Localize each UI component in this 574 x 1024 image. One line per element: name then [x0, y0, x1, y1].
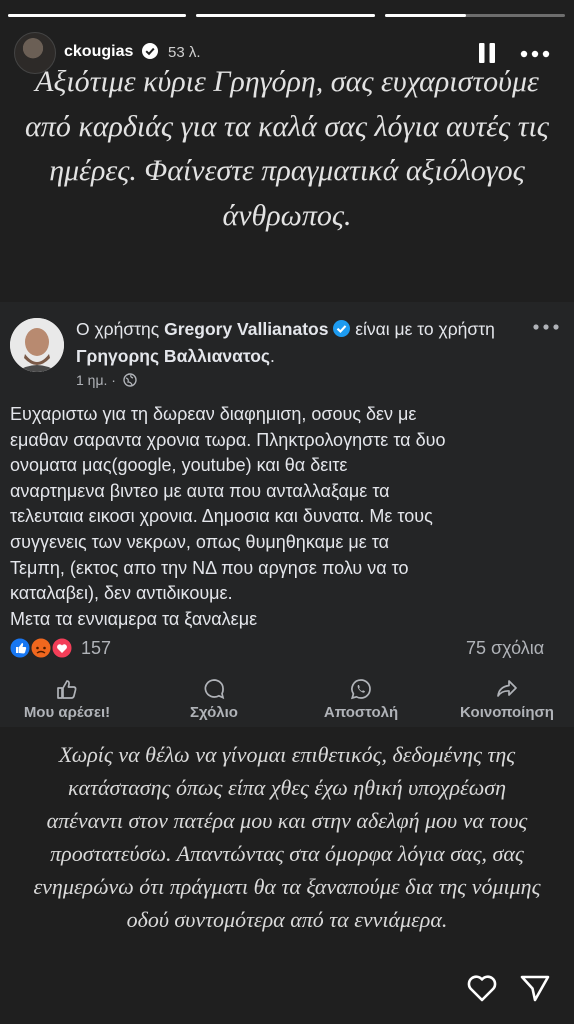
whatsapp-icon	[350, 679, 371, 700]
reaction-count[interactable]: 157	[81, 638, 111, 659]
post-more-icon[interactable]	[533, 324, 559, 330]
post-author[interactable]: Gregory Vallianatos	[164, 319, 328, 339]
like-button[interactable]: Μου αρέσει!	[2, 678, 132, 721]
like-heart-icon[interactable]	[466, 973, 498, 1003]
share-label: Κοινοποίηση	[460, 704, 554, 721]
post-header: Ο χρήστης Gregory Vallianatos είναι με τ…	[76, 316, 516, 370]
post-author-avatar	[10, 318, 64, 372]
like-label: Μου αρέσει!	[23, 704, 111, 721]
send-message-icon[interactable]	[519, 973, 551, 1003]
share-button[interactable]: Κοινοποίηση	[442, 678, 572, 721]
send-whatsapp-button[interactable]: Αποστολή	[296, 678, 426, 721]
comment-label: Σχόλιο	[190, 704, 238, 721]
post-with-user[interactable]: Γρηγορης Βαλλιανατος	[76, 346, 270, 366]
post-suffix: .	[270, 346, 275, 366]
post-body-line: συγγενεις των νεκρων, οπως θυμηθηκαμε με…	[10, 531, 390, 552]
story-time: 53 λ.	[168, 44, 201, 61]
story-progress-2	[196, 14, 375, 17]
reactions-icons[interactable]	[8, 636, 78, 660]
post-body-line: εμαθαν σαραντα χρονια τωρα. Πληκτρολογησ…	[10, 429, 446, 450]
post-body-line: τελευταια εικοσι χρονια. Δημοσια και δυν…	[10, 506, 433, 527]
post-middle: είναι με το χρήστη	[350, 319, 495, 339]
globe-icon	[123, 373, 137, 387]
comment-button[interactable]: Σχόλιο	[149, 678, 279, 721]
post-body: Ευχαριστω για τη δωρεαν διαφημιση, οσους…	[10, 402, 566, 632]
more-options-icon[interactable]	[520, 50, 550, 58]
post-prefix: Ο χρήστης	[76, 319, 165, 339]
comment-icon	[204, 679, 225, 700]
story-progress-3	[385, 14, 565, 17]
comment-count[interactable]: 75 σχόλια	[466, 638, 544, 659]
story-username[interactable]: ckougias	[64, 43, 133, 61]
post-body-line: Ευχαριστω για τη δωρεαν διαφημιση, οσους…	[10, 404, 417, 424]
verified-badge-icon	[333, 320, 351, 337]
post-body-line: ονοματα μας(google, youtube) και θα δειτ…	[10, 455, 348, 476]
story-progress-1	[8, 14, 186, 17]
post-meta: 1 ημ. ·	[76, 372, 137, 388]
story-bottom-text: Χωρίς να θέλω να γίνομαι επιθετικός, δεδ…	[33, 742, 541, 932]
post-body-line: αναρτημενα βιντεο με αυτα που ανταλλαξαμ…	[10, 480, 390, 501]
verified-badge-icon	[142, 43, 158, 59]
share-icon	[497, 680, 517, 697]
thumbs-up-icon	[57, 680, 77, 699]
story-top-text: Αξιότιμε κύριε Γρηγόρη, σας ευχαριστούμε…	[25, 65, 549, 232]
send-label: Αποστολή	[323, 704, 399, 721]
post-body-line: καταλαβει), δεν αντιδικουμε.	[10, 583, 233, 604]
angry-reaction-icon	[29, 636, 53, 660]
post-time: 1 ημ. ·	[76, 372, 116, 388]
post-body-line: Μετα τα εννιαμερα τα ξαναλεμε	[10, 608, 258, 629]
post-body-line: Τεμπη, (εκτος απο την ΝΔ που αργησε πολυ…	[10, 557, 409, 578]
